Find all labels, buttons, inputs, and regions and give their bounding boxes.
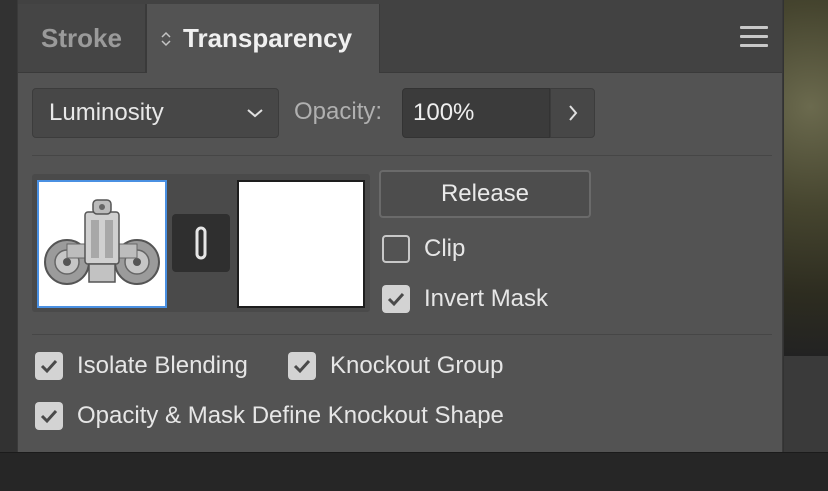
divider	[32, 155, 772, 156]
tab-stroke[interactable]: Stroke	[18, 4, 146, 72]
opacity-input[interactable]: 100%	[402, 88, 550, 138]
checkmark-icon	[40, 359, 58, 374]
knockout-shape-row[interactable]: Opacity & Mask Define Knockout Shape	[35, 402, 504, 430]
divider	[32, 334, 772, 335]
isolate-blending-row[interactable]: Isolate Blending	[35, 352, 248, 380]
canvas-background	[784, 0, 828, 356]
tab-arrows-icon	[161, 31, 171, 47]
opacity-label: Opacity:	[294, 98, 383, 125]
knockout-group-label: Knockout Group	[330, 352, 504, 379]
invert-mask-checkbox[interactable]	[382, 285, 410, 313]
knockout-shape-label: Opacity & Mask Define Knockout Shape	[77, 402, 504, 429]
artwork-image	[44, 199, 160, 285]
release-button[interactable]: Release	[379, 170, 591, 218]
clip-label: Clip	[424, 235, 466, 262]
link-icon	[195, 226, 207, 260]
chevron-right-icon	[568, 105, 577, 121]
tab-bar: Stroke Transparency	[18, 0, 782, 73]
chevron-down-icon	[247, 109, 263, 118]
clip-checkbox-row[interactable]: Clip	[382, 235, 465, 263]
opacity-slider-button[interactable]	[550, 88, 595, 138]
checkmark-icon	[387, 292, 405, 307]
isolate-blending-label: Isolate Blending	[77, 352, 248, 379]
checkmark-icon	[293, 359, 311, 374]
knockout-shape-checkbox[interactable]	[35, 402, 63, 430]
opacity-value: 100%	[413, 99, 475, 126]
invert-mask-checkbox-row[interactable]: Invert Mask	[382, 285, 548, 313]
panel-menu-icon[interactable]	[740, 26, 768, 48]
opacity-mask-thumbnail[interactable]	[237, 180, 365, 308]
tab-stroke-label: Stroke	[41, 22, 122, 53]
isolate-blending-checkbox[interactable]	[35, 352, 63, 380]
tab-transparency-label: Transparency	[183, 23, 353, 53]
invert-mask-label: Invert Mask	[424, 285, 549, 312]
blend-mode-value: Luminosity	[49, 99, 164, 126]
bottom-strip	[0, 452, 828, 491]
canvas-background-lower	[784, 356, 828, 452]
transparency-panel: Stroke Transparency Luminosity Opacity: …	[17, 0, 783, 452]
artwork-thumbnail[interactable]	[37, 180, 167, 308]
knockout-group-row[interactable]: Knockout Group	[288, 352, 503, 380]
clip-checkbox[interactable]	[382, 235, 410, 263]
knockout-group-checkbox[interactable]	[288, 352, 316, 380]
checkmark-icon	[40, 409, 58, 424]
mask-link-button[interactable]	[172, 214, 230, 272]
blend-mode-select[interactable]: Luminosity	[32, 88, 279, 138]
release-button-label: Release	[440, 180, 530, 207]
tab-transparency[interactable]: Transparency	[146, 4, 380, 73]
